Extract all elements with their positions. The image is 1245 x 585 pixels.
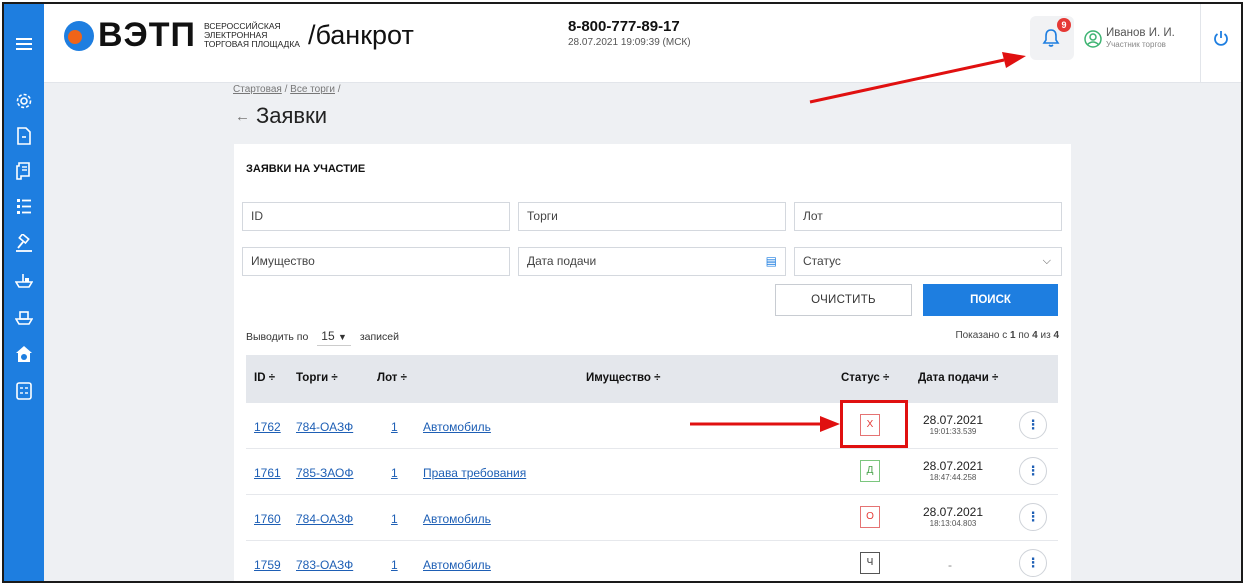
annotation-arrows: [690, 52, 1026, 432]
annotation-arrow-bell: [809, 52, 1026, 104]
app-window: ВЭТП ВСЕРОССИЙСКАЯ ЭЛЕКТРОННАЯ ТОРГОВАЯ …: [2, 2, 1243, 583]
annotation-arrow-status: [690, 416, 840, 432]
